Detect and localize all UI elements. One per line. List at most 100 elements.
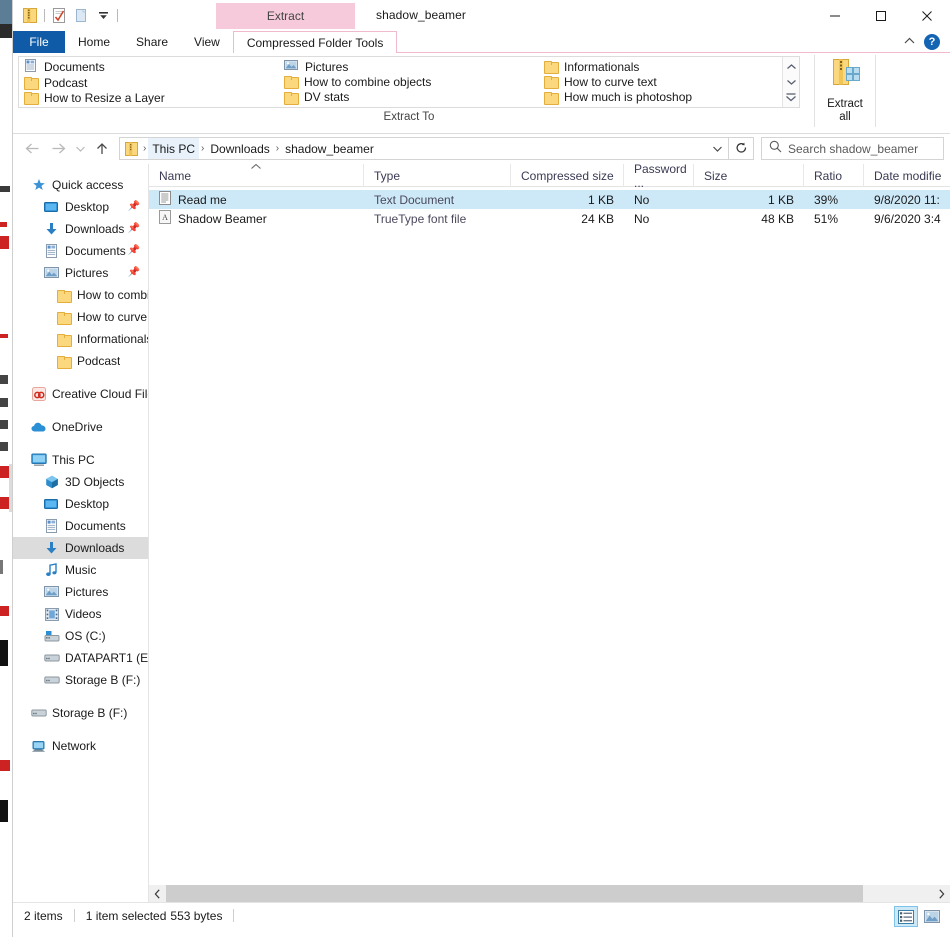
gallery-item-podcast[interactable]: Podcast (24, 75, 279, 90)
nav-item-network[interactable]: Network (13, 735, 148, 757)
new-folder-icon[interactable] (70, 5, 92, 27)
documents-icon (43, 518, 60, 534)
scrollbar-track[interactable] (166, 885, 933, 902)
breadcrumb-downloads[interactable]: Downloads (206, 138, 273, 159)
search-box[interactable]: Search shadow_beamer (761, 137, 944, 160)
breadcrumb-this-pc[interactable]: This PC (148, 138, 200, 159)
videos-icon (43, 606, 60, 622)
ribbon-collapse-icon[interactable] (904, 37, 915, 48)
minimize-button[interactable] (812, 0, 858, 31)
nav-item-informationals[interactable]: Informationals (13, 328, 148, 350)
close-button[interactable] (904, 0, 950, 31)
nav-item-onedrive[interactable]: OneDrive (13, 416, 148, 438)
gallery-item-documents[interactable]: Documents (24, 59, 279, 75)
gallery-scroll-up-icon[interactable] (784, 60, 799, 74)
gallery-item-how-to-resize-a-layer[interactable]: How to Resize a Layer (24, 90, 279, 105)
tab-view[interactable]: View (181, 31, 233, 53)
background-window-sliver[interactable] (0, 0, 13, 937)
gallery-item-how-to-curve-text[interactable]: How to curve text (544, 74, 784, 90)
scrollbar-thumb[interactable] (166, 885, 863, 902)
nav-item-music[interactable]: Music (13, 559, 148, 581)
nav-item-how-to-curve-text[interactable]: How to curve text (13, 306, 148, 328)
large-icons-view-button[interactable] (920, 906, 944, 927)
nav-item-podcast[interactable]: Podcast (13, 350, 148, 372)
up-button[interactable] (89, 137, 115, 161)
nav-item-desktop[interactable]: Desktop 📌 (13, 196, 148, 218)
nav-item-documents-quick[interactable]: Documents 📌 (13, 240, 148, 262)
file-name-cell: Read me (149, 190, 364, 209)
nav-item-quick-access[interactable]: Quick access (13, 174, 148, 196)
nav-item-downloads-quick[interactable]: Downloads 📌 (13, 218, 148, 240)
nav-item-storage-b-f-drive[interactable]: Storage B (F:) (13, 702, 148, 724)
column-header-label: Type (374, 168, 401, 183)
nav-item-this-pc[interactable]: This PC (13, 449, 148, 471)
pin-icon: 📌 (127, 223, 140, 234)
customize-dropdown-icon[interactable] (92, 5, 114, 27)
column-header-name[interactable]: Name (149, 164, 364, 187)
gallery-item-how-to-combine-objects[interactable]: How to combine objects (284, 74, 539, 90)
breadcrumb-separator[interactable]: › (274, 138, 281, 159)
nav-item-label: This PC (52, 453, 95, 467)
column-header-compressed-size[interactable]: Compressed size (511, 164, 624, 187)
creative-cloud-icon (30, 386, 47, 402)
table-row[interactable]: Read me Text Document 1 KB No 1 KB 39% 9… (149, 190, 950, 209)
gallery-scroll-down-icon[interactable] (784, 75, 799, 89)
nav-item-os-c-drive[interactable]: OS (C:) (13, 625, 148, 647)
nav-item-how-to-combine-objects[interactable]: How to combine ob (13, 284, 148, 306)
help-icon[interactable]: ? (924, 34, 940, 50)
horizontal-scrollbar[interactable] (149, 885, 950, 902)
refresh-button[interactable] (729, 137, 754, 160)
nav-item-3d-objects[interactable]: 3D Objects (13, 471, 148, 493)
file-type-cell: Text Document (374, 192, 455, 207)
details-view-button[interactable] (894, 906, 918, 927)
nav-item-pictures-quick[interactable]: Pictures 📌 (13, 262, 148, 284)
gallery-item-informationals[interactable]: Informationals (544, 59, 784, 75)
column-header-label: Ratio (814, 168, 843, 183)
maximize-button[interactable] (858, 0, 904, 31)
back-button[interactable] (19, 137, 45, 161)
nav-item-creative-cloud-files[interactable]: Creative Cloud Files (13, 383, 148, 405)
address-dropdown-icon[interactable] (706, 138, 728, 159)
table-row[interactable]: A Shadow Beamer TrueType font file 24 KB… (149, 209, 950, 228)
file-date-modified-cell: 9/8/2020 11: (874, 192, 940, 207)
column-header-date-modified[interactable]: Date modifie (864, 164, 944, 187)
gallery-scrollbar[interactable] (782, 57, 799, 107)
gallery-item-pictures[interactable]: Pictures (284, 59, 539, 74)
tab-compressed-folder-tools[interactable]: Compressed Folder Tools (232, 31, 398, 53)
tab-home[interactable]: Home (65, 31, 123, 53)
breadcrumb-separator[interactable]: › (141, 138, 148, 159)
extract-all-button[interactable]: Extract all (814, 55, 876, 127)
3d-objects-icon (43, 474, 60, 490)
forward-button[interactable] (45, 137, 71, 161)
gallery-item-how-much-is-photoshop[interactable]: How much is photoshop (544, 90, 784, 105)
address-breadcrumb-bar[interactable]: › This PC › Downloads › shadow_beamer (119, 137, 729, 160)
scroll-right-icon[interactable] (933, 885, 950, 902)
column-header-type[interactable]: Type (364, 164, 511, 187)
scroll-left-icon[interactable] (149, 885, 166, 902)
zip-folder-icon[interactable] (19, 5, 41, 27)
breadcrumb-shadow-beamer[interactable]: shadow_beamer (281, 138, 378, 159)
bg-fragment (0, 442, 8, 451)
properties-icon[interactable] (48, 5, 70, 27)
column-header-size[interactable]: Size (694, 164, 804, 187)
nav-item-storage-b-f-drive-pc[interactable]: Storage B (F:) (13, 669, 148, 691)
nav-item-videos[interactable]: Videos (13, 603, 148, 625)
folder-icon (24, 92, 39, 105)
tab-file[interactable]: File (13, 31, 65, 53)
gallery-item-dv-stats[interactable]: DV stats (284, 90, 539, 105)
breadcrumb-separator[interactable]: › (199, 138, 206, 159)
tab-share[interactable]: Share (123, 31, 181, 53)
nav-item-downloads-pc[interactable]: Downloads (13, 537, 148, 559)
column-header-ratio[interactable]: Ratio (804, 164, 864, 187)
folder-icon (544, 61, 559, 75)
contextual-tab-header: Extract (216, 3, 355, 29)
gallery-expand-more-icon[interactable] (784, 90, 799, 104)
search-input[interactable]: Search shadow_beamer (788, 142, 918, 156)
nav-item-datapart1-e-drive[interactable]: DATAPART1 (E:) (13, 647, 148, 669)
nav-item-label: Desktop (65, 200, 110, 214)
nav-item-desktop-pc[interactable]: Desktop (13, 493, 148, 515)
recent-locations-dropdown-icon[interactable] (71, 137, 89, 161)
nav-item-documents-pc[interactable]: Documents (13, 515, 148, 537)
nav-item-pictures-pc[interactable]: Pictures (13, 581, 148, 603)
column-header-password[interactable]: Password ... (624, 164, 694, 190)
